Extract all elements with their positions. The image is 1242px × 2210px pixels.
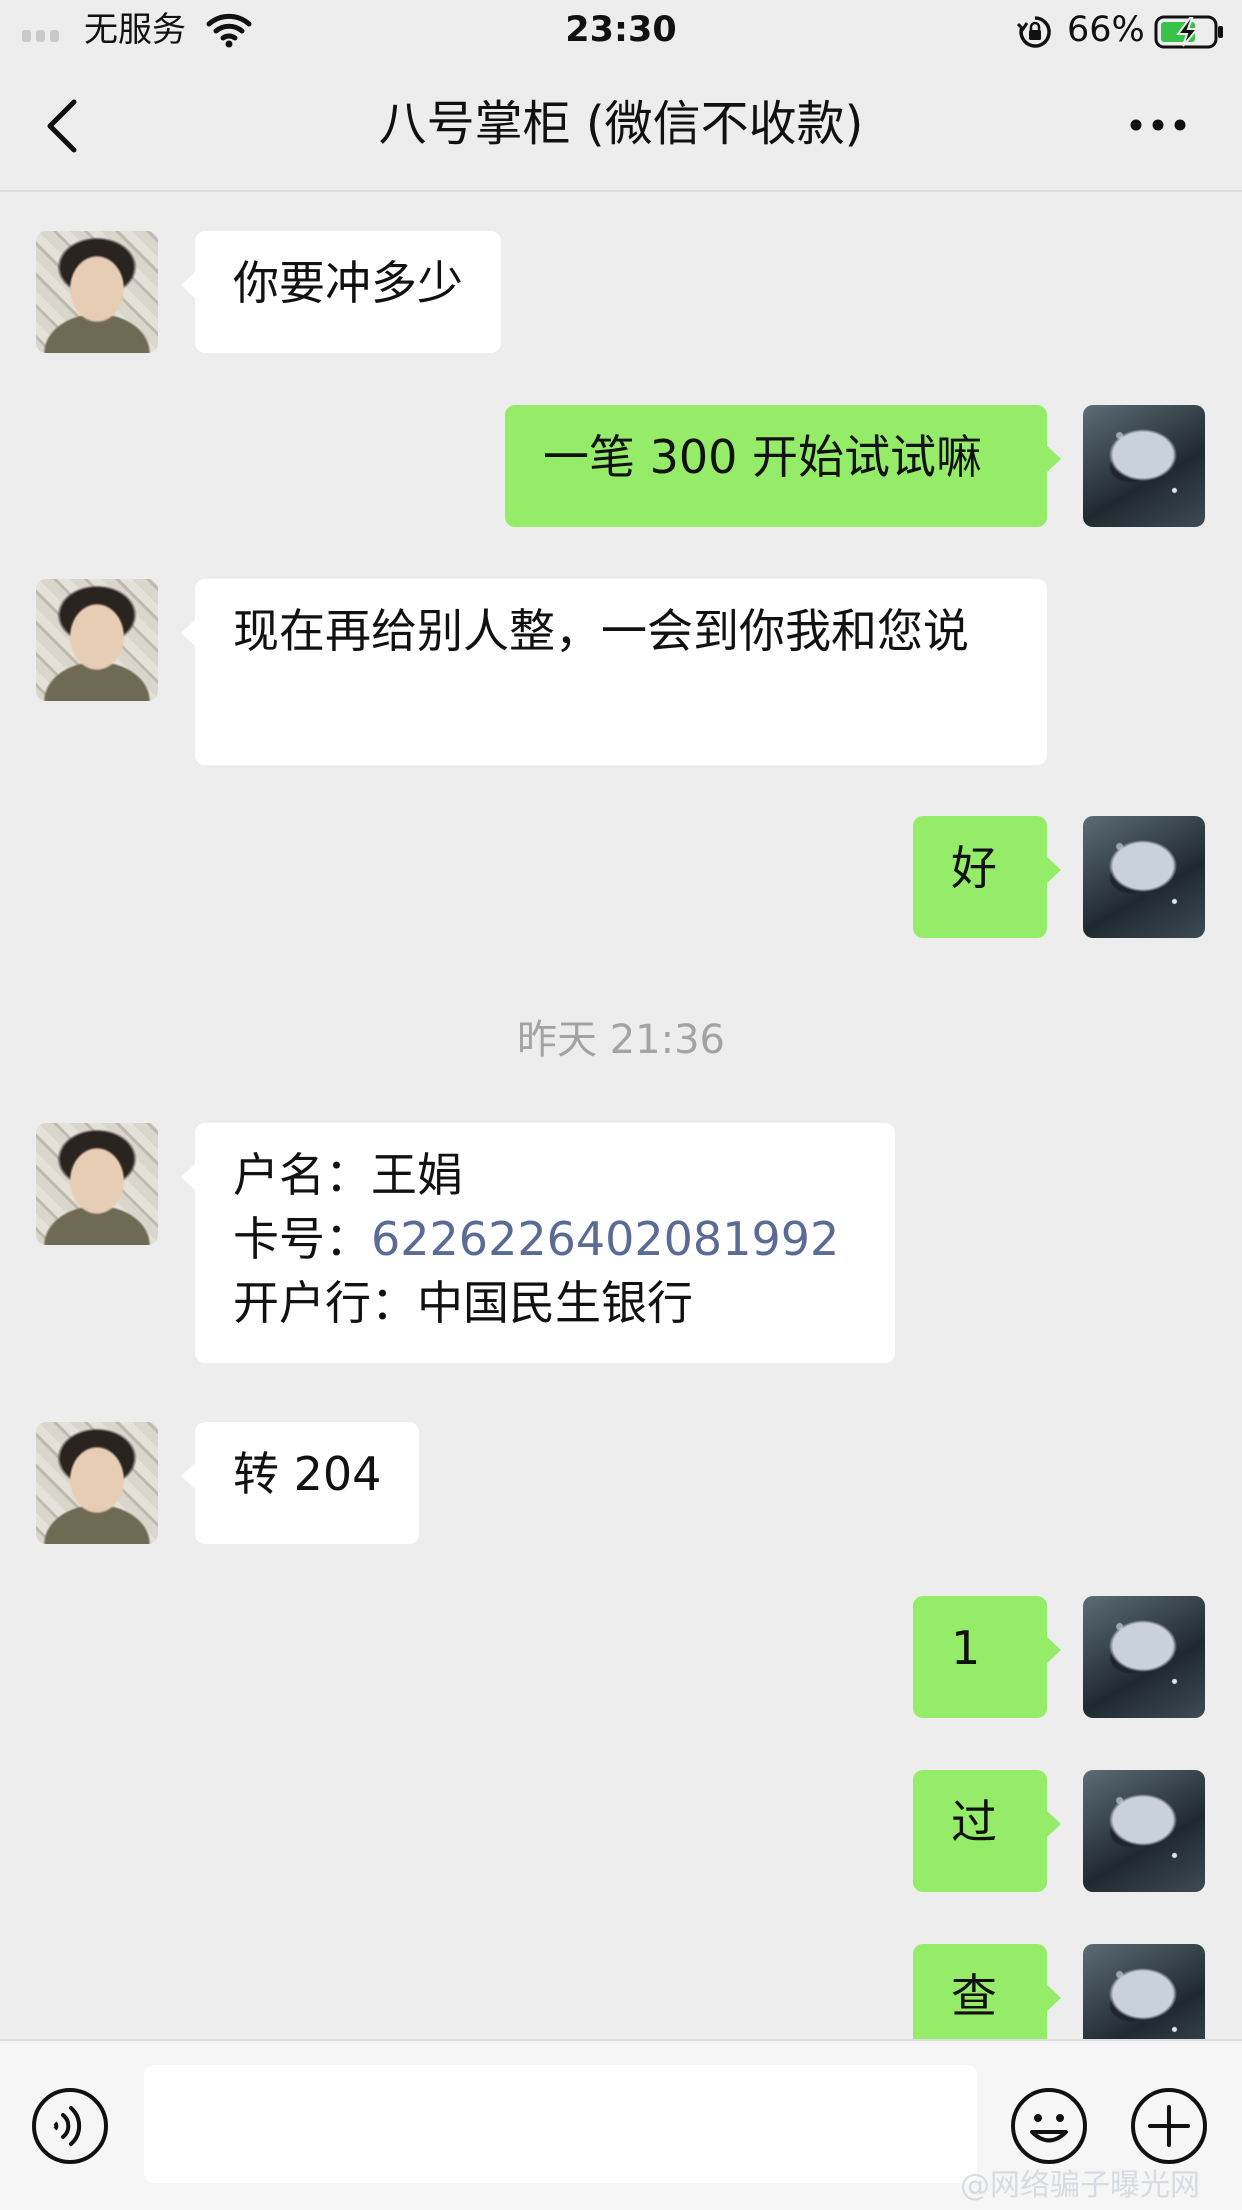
card-label: 卡号： [233,1212,371,1266]
contact-avatar[interactable] [36,1123,158,1245]
my-avatar[interactable] [1083,1944,1205,2039]
contact-avatar[interactable] [36,1422,158,1544]
contact-avatar[interactable] [36,579,158,701]
account-name: 王娟 [371,1148,463,1202]
plus-icon[interactable] [1130,2087,1208,2165]
voice-icon[interactable] [31,2087,109,2165]
account-name-line: 户名：王娟 [233,1143,857,1207]
more-icon[interactable] [1128,110,1188,140]
message-bubble-outgoing[interactable]: 好 [913,816,1061,938]
battery-percent: 66% [1067,10,1145,50]
chat-title: 八号掌柜 (微信不收款) [378,96,864,152]
emoji-icon[interactable] [1010,2087,1088,2165]
bank-label: 开户行： [233,1276,417,1330]
timestamp: 昨天 21:36 [517,1017,725,1063]
account-name-label: 户名： [233,1148,371,1202]
bank-name: 中国民生银行 [417,1276,693,1330]
contact-avatar[interactable] [36,231,158,353]
my-avatar[interactable] [1083,405,1205,527]
my-avatar[interactable] [1083,1596,1205,1718]
message-bubble-incoming[interactable]: 现在再给别人整，一会到你我和您说 [181,579,1047,765]
my-avatar[interactable] [1083,1770,1205,1892]
card-number-line: 卡号：6226226402081992 [233,1207,857,1271]
card-number-link[interactable]: 6226226402081992 [371,1212,839,1266]
status-bar: 无服务 23:30 66% [0,0,1242,62]
message-bubble-incoming[interactable]: 户名：王娟 卡号：6226226402081992 开户行：中国民生银行 [181,1123,895,1363]
my-avatar[interactable] [1083,816,1205,938]
nav-bar: 八号掌柜 (微信不收款) [0,62,1242,192]
message-bubble-outgoing[interactable]: 过 [913,1770,1061,1892]
battery-charging-icon [1154,15,1223,49]
message-bubble-outgoing[interactable]: 一笔 300 开始试试嘛 [505,405,1061,527]
clock: 23:30 [565,10,677,50]
message-bubble-incoming[interactable]: 转 204 [180,1422,420,1544]
watermark: @网络骗子曝光网 [960,2168,1200,2203]
bank-line: 开户行：中国民生银行 [233,1271,857,1335]
message-bubble-outgoing[interactable]: 查 [913,1944,1061,2039]
message-bubble-outgoing[interactable]: 1 [913,1596,1061,1718]
orientation-lock-icon [1017,16,1051,48]
message-list[interactable]: 你要冲多少 一笔 300 开始试试嘛 现在再给别人整，一会到你我和您说 好 昨天… [0,192,1242,2039]
message-input[interactable] [144,2065,977,2183]
message-bubble-incoming[interactable]: 你要冲多少 [181,231,501,353]
